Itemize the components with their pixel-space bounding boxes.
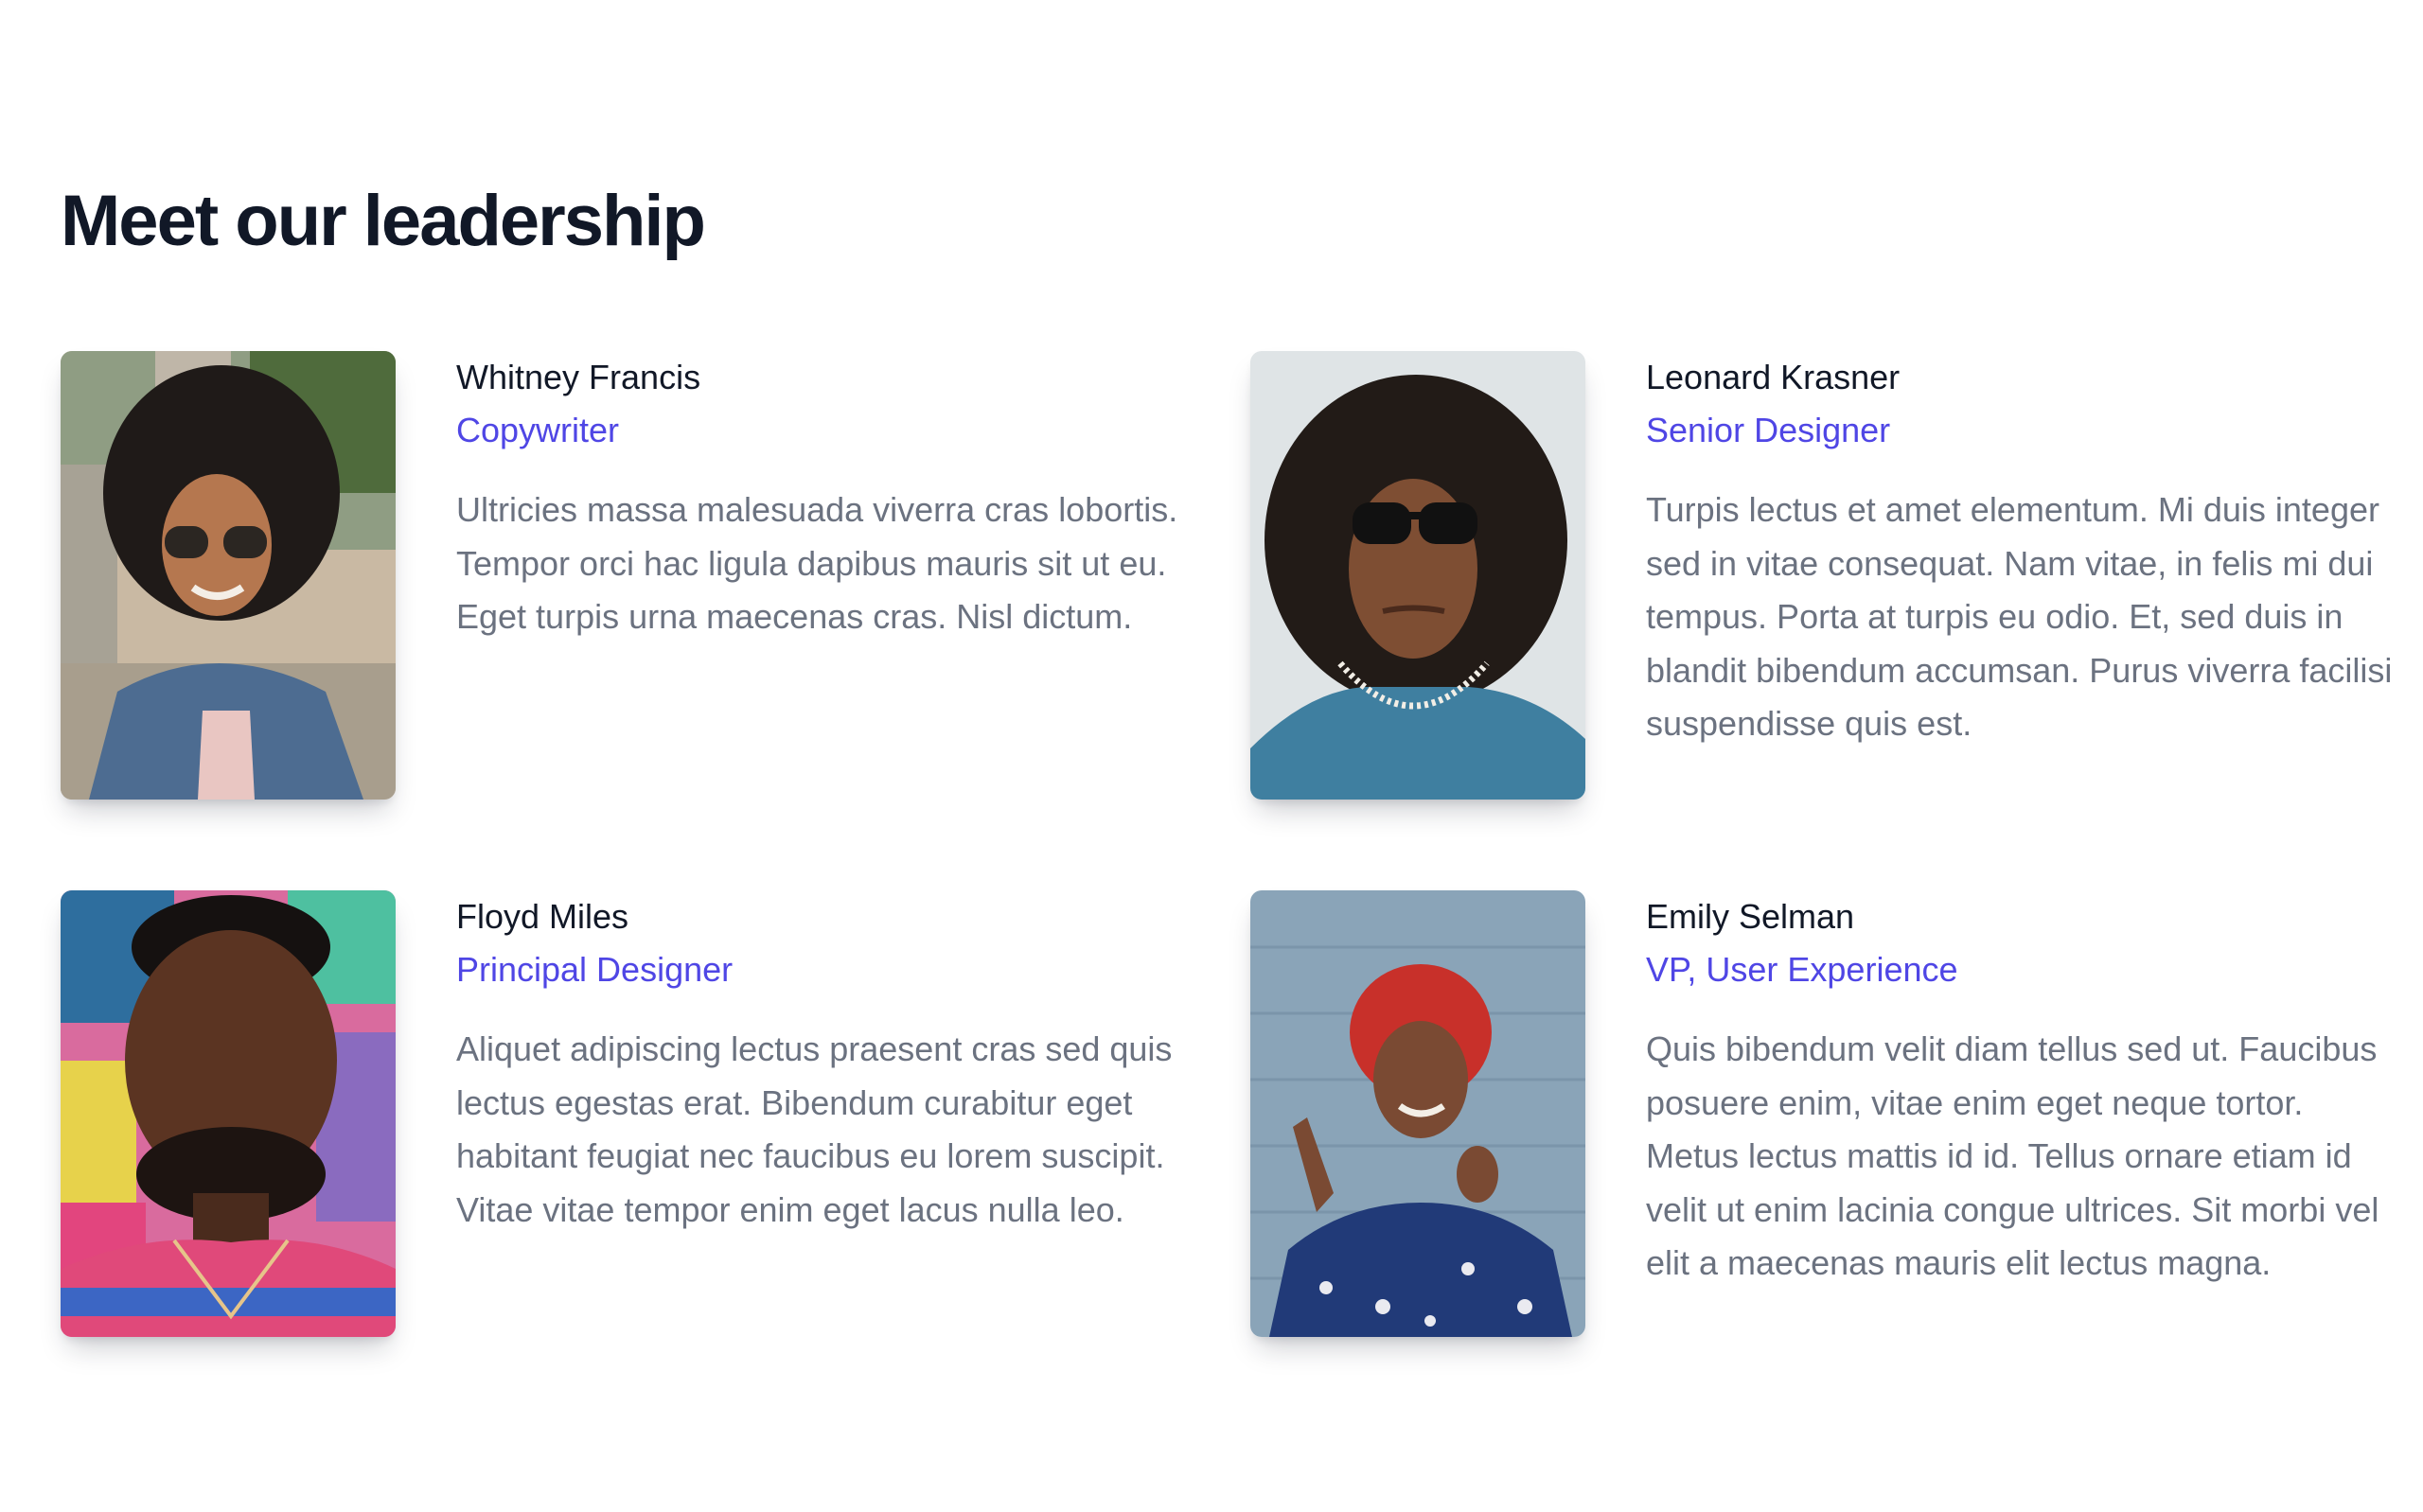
team-member-bio: Aliquet adipiscing lectus praesent cras … [456, 1029, 1173, 1229]
team-member-photo [61, 351, 396, 800]
team-member-photo [1250, 890, 1585, 1337]
team-member-name: Floyd Miles [456, 897, 629, 936]
team-member-role: VP, User Experience [1646, 950, 1958, 989]
team-member-role: Copywriter [456, 411, 620, 449]
team-member-photo [1250, 351, 1585, 800]
team-member-role: Principal Designer [456, 950, 734, 989]
team-member-name: Leonard Krasner [1646, 358, 1901, 396]
team-member-bio: Quis bibendum velit diam tellus sed ut. … [1646, 1029, 2379, 1282]
section-title: Meet our leadership [61, 181, 706, 261]
team-member-bio: Ultricies massa malesuada viverra cras l… [456, 490, 1178, 636]
team-member-bio: Turpis lectus et amet elementum. Mi duis… [1646, 490, 2393, 743]
team-member-photo [61, 890, 396, 1337]
team-member-info: Emily Selman VP, User Experience Quis bi… [1646, 890, 2403, 1291]
team-member-info: Floyd Miles Principal Designer Aliquet a… [456, 890, 1213, 1237]
team-member-info: Whitney Francis Copywriter Ultricies mas… [456, 351, 1213, 644]
team-member-role: Senior Designer [1646, 411, 1891, 449]
team-member-name: Emily Selman [1646, 897, 1855, 936]
team-member-info: Leonard Krasner Senior Designer Turpis l… [1646, 351, 2403, 751]
team-member-name: Whitney Francis [456, 358, 701, 396]
